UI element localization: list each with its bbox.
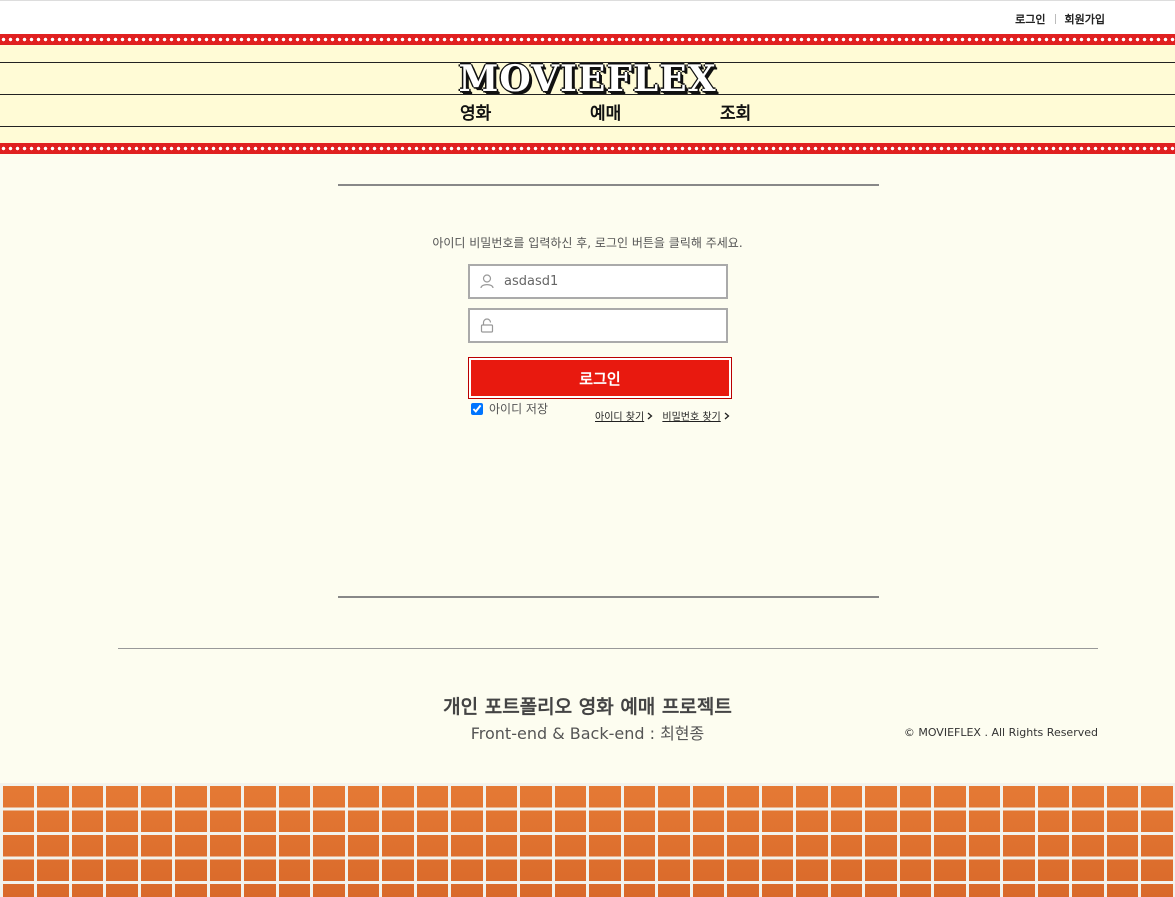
- marquee-lights-bottom: [0, 143, 1175, 154]
- marquee-lights-top: [0, 34, 1175, 45]
- util-divider: [1054, 14, 1056, 24]
- signup-link[interactable]: 회원가입: [1065, 11, 1105, 27]
- footer-title: 개인 포트폴리오 영화 예매 프로젝트: [443, 696, 732, 718]
- nav-movie[interactable]: 영화: [460, 99, 491, 124]
- copyright: © MOVIEFLEX . All Rights Reserved: [903, 726, 1098, 739]
- header-divider: [0, 126, 1175, 127]
- remember-id-label: 아이디 저장: [489, 402, 549, 416]
- user-icon: [470, 266, 504, 297]
- content-bottom-divider: [338, 596, 879, 598]
- password-input[interactable]: [504, 318, 714, 333]
- footer-divider: [118, 648, 1098, 649]
- nav-lookup[interactable]: 조회: [720, 99, 751, 124]
- remember-id-checkbox[interactable]: [471, 402, 483, 415]
- login-link[interactable]: 로그인: [1015, 11, 1045, 27]
- id-field[interactable]: [468, 264, 728, 299]
- lock-icon: [470, 310, 504, 341]
- nav-booking[interactable]: 예매: [590, 99, 621, 124]
- find-id-link[interactable]: 아이디 찾기: [595, 412, 644, 423]
- chevron-right-icon: [724, 412, 730, 420]
- content-top-divider: [338, 184, 879, 186]
- site-logo[interactable]: MOVIEFLEX: [0, 58, 1175, 100]
- login-button[interactable]: 로그인: [468, 357, 732, 399]
- password-field[interactable]: [468, 308, 728, 343]
- util-links: 로그인 회원가입: [1015, 11, 1105, 27]
- find-password-link[interactable]: 비밀번호 찾기: [662, 412, 720, 423]
- top-utility-bar: 로그인 회원가입: [0, 0, 1175, 35]
- brick-wall-footer: [0, 783, 1175, 897]
- remember-id[interactable]: 아이디 저장: [471, 400, 548, 417]
- login-guide-text: 아이디 비밀번호를 입력하신 후, 로그인 버튼을 클릭해 주세요.: [432, 236, 743, 250]
- id-input[interactable]: [504, 274, 714, 289]
- find-links: 아이디 찾기 비밀번호 찾기: [595, 408, 730, 423]
- chevron-right-icon: [647, 412, 653, 420]
